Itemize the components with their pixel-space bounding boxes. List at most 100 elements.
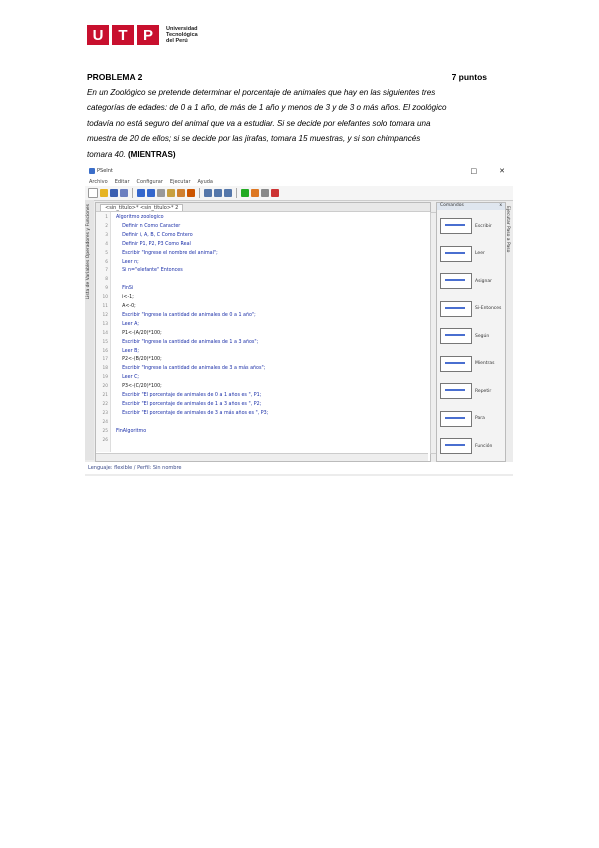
menu-configurar[interactable]: Configurar <box>137 179 163 185</box>
command-shape-icon <box>440 245 472 262</box>
save-as-icon[interactable] <box>120 189 128 197</box>
line-number: 15 <box>102 339 108 345</box>
menu-editar[interactable]: Editar <box>115 179 130 185</box>
line-number: 25 <box>102 428 108 434</box>
code-line[interactable]: A<-0; <box>116 304 136 309</box>
left-side-tabs: Lista de Variables Operadores y Funcione… <box>85 200 94 460</box>
save-icon[interactable] <box>110 189 118 197</box>
commands-header: Comandos <box>440 203 464 208</box>
menu-ayuda[interactable]: Ayuda <box>198 179 213 185</box>
code-line[interactable]: Definir i, A, B, C Como Entero <box>116 233 193 238</box>
menu-ejecutar[interactable]: Ejecutar <box>170 179 191 185</box>
line-number: 4 <box>105 241 108 247</box>
undo-icon[interactable] <box>137 189 145 197</box>
code-line[interactable]: Escribir "Ingrese el nombre del animal"; <box>116 251 218 256</box>
command-button[interactable]: Mientras <box>440 353 502 375</box>
code-line[interactable]: Escribir "El porcentaje de animales de 3… <box>116 411 268 416</box>
step-icon[interactable] <box>251 189 259 197</box>
command-label: Repetir <box>475 388 492 394</box>
command-button[interactable]: Según <box>440 325 502 347</box>
find-icon[interactable] <box>204 189 212 197</box>
menu-archivo[interactable]: Archivo <box>89 179 108 185</box>
code-line[interactable]: Escribir "Ingrese la cantidad de animale… <box>116 340 258 345</box>
app-icon <box>89 167 95 174</box>
code-editor[interactable]: 1 Algoritmo zoologico 2 Definir n Como Car… <box>96 212 428 452</box>
paste-icon[interactable] <box>177 189 185 197</box>
close-button[interactable]: ✕ <box>499 167 505 175</box>
line-number: 19 <box>102 375 108 381</box>
line-number: 22 <box>102 401 108 407</box>
command-button[interactable]: Si-Entonces <box>440 298 502 320</box>
code-line[interactable]: Escribir "El porcentaje de animales de 0… <box>116 393 261 398</box>
code-line[interactable]: Definir n Como Caracter <box>116 224 180 229</box>
menu-bar: Archivo Editar Configurar Ejecutar Ayuda <box>85 177 513 186</box>
utp-logo: U T P Universidad Tecnológica del Perú <box>87 25 198 45</box>
command-label: Leer <box>475 251 485 256</box>
commands-close-icon[interactable]: x <box>499 203 502 210</box>
problem-points: 7 puntos <box>451 72 487 82</box>
command-button[interactable]: Para <box>440 408 502 430</box>
code-line[interactable]: Leer n; <box>116 260 139 265</box>
run-icon[interactable] <box>241 189 249 197</box>
code-line[interactable]: Escribir "El porcentaje de animales de 1… <box>116 402 261 407</box>
code-line[interactable]: Si n="elefante" Entonces <box>116 268 183 273</box>
editor-tabs: <sin_titulo>* <sin_titulo>* 2 <box>96 203 430 212</box>
code-line[interactable]: P1<-(A/20)*100; <box>116 331 162 336</box>
maximize-button[interactable]: □ <box>471 167 478 175</box>
line-number: 9 <box>105 286 108 292</box>
indent-icon[interactable] <box>187 189 195 197</box>
command-shape-icon <box>440 438 472 454</box>
command-shape-icon <box>440 273 472 289</box>
command-button[interactable]: Asignar <box>440 270 502 292</box>
command-label: Escribir <box>475 223 492 229</box>
code-line[interactable]: i<-1; <box>116 295 134 300</box>
command-button[interactable]: Función <box>440 435 502 457</box>
help-icon[interactable] <box>271 189 279 197</box>
line-number: 2 <box>105 223 108 229</box>
horizontal-scrollbar[interactable] <box>96 453 428 461</box>
command-shape-icon <box>440 383 472 399</box>
command-label: Función <box>475 443 493 449</box>
command-button[interactable]: Escribir <box>440 215 502 237</box>
code-line[interactable]: Escribir "Ingrese la cantidad de animale… <box>116 366 265 371</box>
code-line[interactable]: Leer C; <box>116 375 139 380</box>
variables-tab[interactable]: Lista de Variables Operadores y Funcione… <box>86 204 91 299</box>
code-line[interactable]: FinSi <box>116 286 133 291</box>
redo-icon[interactable] <box>147 189 155 197</box>
commands-panel: Comandos x Escribir Leer Asignar Si-Entonce… <box>436 202 506 462</box>
code-line[interactable]: Leer A; <box>116 322 139 327</box>
command-button[interactable]: Repetir <box>440 380 502 402</box>
line-number: 13 <box>102 321 108 327</box>
line-number: 26 <box>102 437 108 443</box>
open-folder-icon[interactable] <box>100 189 108 197</box>
tab-sin-titulo[interactable]: <sin_titulo>* <sin_titulo>* 2 <box>100 203 184 211</box>
logo-letter-p: P <box>137 25 159 45</box>
replace-icon[interactable] <box>224 189 232 197</box>
code-line[interactable]: Algoritmo zoologico <box>116 215 164 220</box>
copy-icon[interactable] <box>167 189 175 197</box>
find-next-icon[interactable] <box>214 189 222 197</box>
command-button[interactable]: Leer <box>440 243 502 265</box>
window-title: PSeInt <box>97 167 113 174</box>
cut-icon[interactable] <box>157 189 165 197</box>
code-line[interactable]: P3<-(C/20)*100; <box>116 384 162 389</box>
line-number: 18 <box>102 366 108 372</box>
command-shape-icon <box>440 410 472 427</box>
command-label: Según <box>475 333 490 339</box>
code-line[interactable]: P2<-(B/20)*100; <box>116 357 162 362</box>
new-file-icon[interactable] <box>88 188 98 198</box>
code-line[interactable]: Escribir "Ingrese la cantidad de animale… <box>116 313 256 318</box>
code-line[interactable]: Leer B; <box>116 349 139 354</box>
logo-letter-u: U <box>87 25 109 45</box>
line-number: 10 <box>102 295 108 301</box>
command-label: Si-Entonces <box>475 306 502 311</box>
status-bar: Lenguaje: flexible / Perfil: Sin nombre <box>85 462 516 474</box>
logo-text: Universidad Tecnológica del Perú <box>166 26 198 44</box>
logo-letter-t: T <box>112 25 134 45</box>
flowchart-icon[interactable] <box>261 189 269 197</box>
line-number: 21 <box>102 393 108 398</box>
line-number: 11 <box>102 304 108 309</box>
code-line[interactable]: Definir P1, P2, P3 Como Real <box>116 242 191 247</box>
code-line[interactable]: FinAlgoritmo <box>116 429 146 434</box>
step-by-step-tab[interactable]: Ejecutar Paso a Paso <box>505 206 510 252</box>
